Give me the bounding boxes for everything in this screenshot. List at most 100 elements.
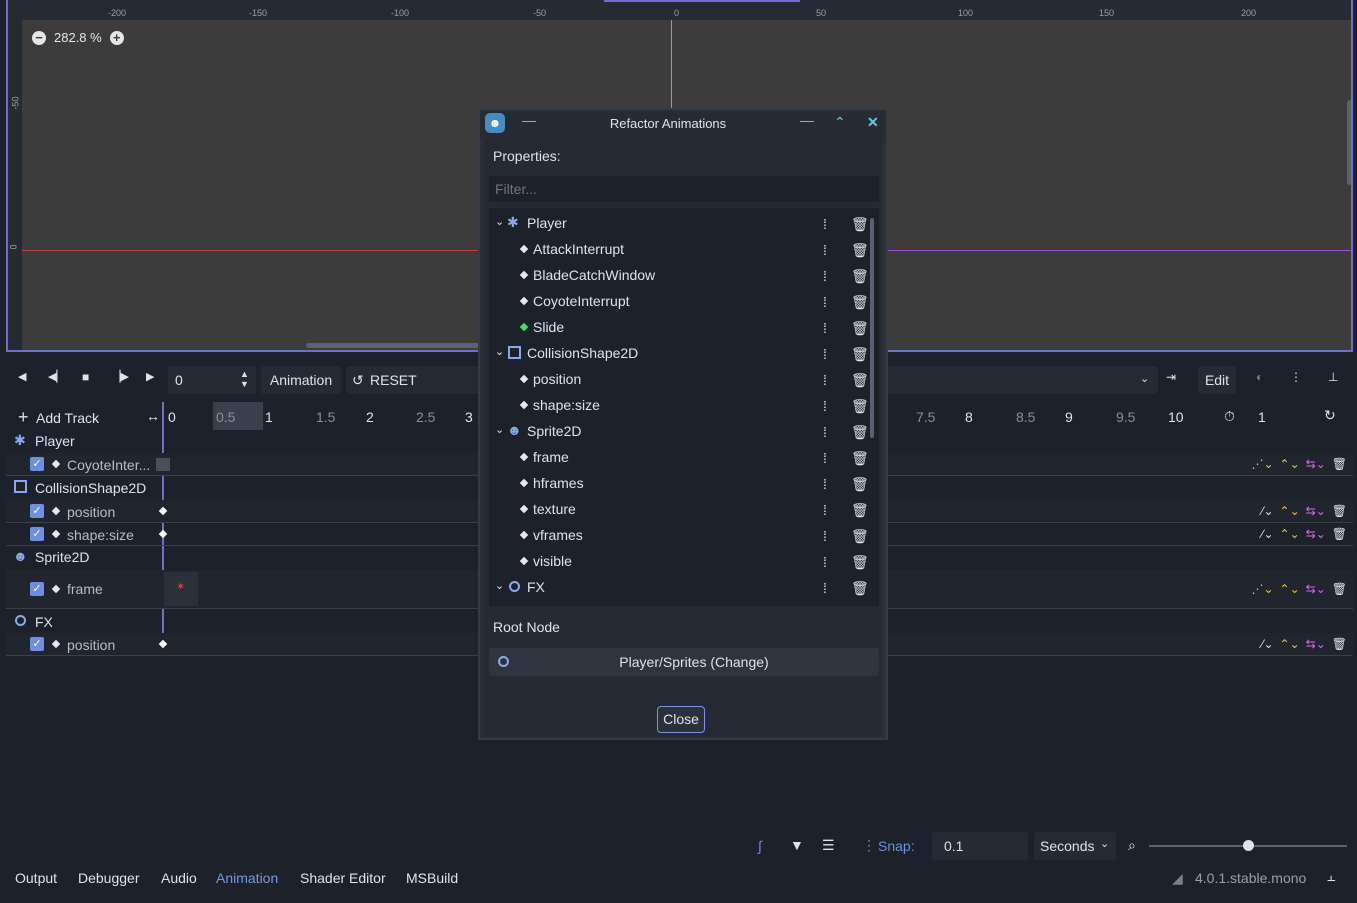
loop-wrap-icon[interactable]: ⇆⌄ [1306, 457, 1326, 471]
tab-animation[interactable]: Animation [216, 870, 278, 886]
trash-icon[interactable]: 🗑 [851, 320, 869, 336]
list-icon[interactable]: ☰ [822, 837, 835, 854]
continuous-update-icon[interactable]: ⁄⌄ [1261, 637, 1273, 651]
remove-track-icon[interactable]: 🗑 [1332, 527, 1347, 541]
animation-menu-button[interactable]: Animation [261, 366, 341, 394]
play-start-icon[interactable]: ▕▶ [112, 370, 129, 383]
trash-icon[interactable]: 🗑 [851, 450, 869, 466]
keyframe[interactable] [158, 529, 168, 539]
edit-icon[interactable]: ⁞ [823, 346, 827, 362]
tree-item[interactable]: position ⁞ 🗑 [495, 366, 875, 392]
interpolation-icon[interactable]: ⌃⌄ [1280, 637, 1300, 651]
interpolation-icon[interactable]: ⌃⌄ [1280, 504, 1300, 518]
tree-item[interactable]: BladeCatchWindow ⁞ 🗑 [495, 262, 875, 288]
trash-icon[interactable]: 🗑 [851, 502, 869, 518]
tree-scrollbar[interactable] [870, 218, 874, 438]
keyframe-block[interactable] [156, 458, 170, 471]
edit-icon[interactable]: ⁞ [823, 502, 827, 518]
trash-icon[interactable]: 🗑 [851, 398, 869, 414]
keyframe-preview[interactable]: ✶ [164, 572, 198, 606]
edit-menu-button[interactable]: Edit [1198, 366, 1236, 394]
add-track-button[interactable]: + Add Track [12, 404, 162, 430]
track-enabled-checkbox[interactable]: ✓ [30, 637, 44, 651]
animation-dropdown[interactable]: ⌄ [888, 366, 1158, 394]
edit-icon[interactable]: ⁞ [823, 242, 827, 258]
edit-icon[interactable]: ⁞ [823, 268, 827, 284]
edit-icon[interactable]: ⁞ [823, 528, 827, 544]
animation-length[interactable]: 1 [1258, 409, 1266, 425]
chevron-down-icon[interactable]: ⌄ [495, 423, 504, 436]
track-enabled-checkbox[interactable]: ✓ [30, 582, 44, 596]
tree-item[interactable]: Slide ⁞ 🗑 [495, 314, 875, 340]
keyframe[interactable] [158, 639, 168, 649]
track-enabled-checkbox[interactable]: ✓ [30, 504, 44, 518]
animation-select[interactable]: ↺ RESET [346, 366, 482, 394]
loop-icon[interactable]: ↻ [1324, 407, 1336, 424]
slider-handle[interactable] [1243, 840, 1254, 851]
autoplay-icon[interactable]: ⇥ [1166, 370, 1176, 384]
close-button[interactable]: Close [657, 706, 705, 733]
trash-icon[interactable]: 🗑 [851, 346, 869, 362]
play-icon[interactable]: ▶ [146, 370, 154, 383]
chevron-down-icon[interactable]: ⌄ [495, 579, 504, 592]
trash-icon[interactable]: 🗑 [851, 216, 869, 232]
remove-track-icon[interactable]: 🗑 [1332, 457, 1347, 471]
trash-icon[interactable]: 🗑 [851, 424, 869, 440]
edit-icon[interactable]: ⁞ [823, 398, 827, 414]
remove-track-icon[interactable]: 🗑 [1332, 582, 1347, 596]
close-icon[interactable]: ✕ [867, 114, 879, 131]
trash-icon[interactable]: 🗑 [851, 580, 869, 596]
tree-item-fx[interactable]: ⌄ FX ⁞ 🗑 [495, 574, 875, 600]
tab-shader-editor[interactable]: Shader Editor [300, 870, 386, 886]
filter-input[interactable] [489, 176, 879, 202]
tab-msbuild[interactable]: MSBuild [406, 870, 458, 886]
onion-skin-icon[interactable]: ◐ [1256, 370, 1263, 384]
snap-input[interactable]: 0.1 [932, 832, 1028, 860]
root-node-button[interactable]: Player/Sprites (Change) [489, 648, 879, 676]
loop-wrap-icon[interactable]: ⇆⌄ [1306, 582, 1326, 596]
notification-icon[interactable]: ◢ [1172, 870, 1183, 887]
chevron-down-icon[interactable]: ⌄ [495, 345, 504, 358]
loop-wrap-icon[interactable]: ⇆⌄ [1306, 504, 1326, 518]
remove-track-icon[interactable]: 🗑 [1332, 504, 1347, 518]
trash-icon[interactable]: 🗑 [851, 294, 869, 310]
edit-icon[interactable]: ⁞ [823, 372, 827, 388]
edit-icon[interactable]: ⁞ [823, 450, 827, 466]
chevron-down-icon[interactable]: ⌄ [495, 215, 504, 228]
tree-item-player[interactable]: ⌄ ✱ Player ⁞ 🗑 [495, 210, 875, 236]
edit-icon[interactable]: ⁞ [823, 294, 827, 310]
keyframe[interactable] [158, 506, 168, 516]
minimize-icon[interactable]: — [800, 112, 814, 128]
tree-item[interactable]: CoyoteInterrupt ⁞ 🗑 [495, 288, 875, 314]
snap-unit-select[interactable]: Seconds ⌄ [1034, 832, 1116, 860]
pin-icon[interactable]: ⊥ [1328, 370, 1338, 384]
stop-icon[interactable]: ■ [82, 370, 89, 384]
edit-icon[interactable]: ⁞ [823, 580, 827, 596]
edit-icon[interactable]: ⁞ [823, 476, 827, 492]
remove-track-icon[interactable]: 🗑 [1332, 637, 1347, 651]
vertical-scrollbar[interactable] [1347, 100, 1351, 185]
continuous-update-icon[interactable]: ⁄⌄ [1261, 504, 1273, 518]
track-enabled-checkbox[interactable]: ✓ [30, 527, 44, 541]
play-backwards-icon[interactable]: ◀ [18, 370, 26, 383]
discrete-update-icon[interactable]: ⋰⌄ [1251, 582, 1273, 596]
filter-icon[interactable]: ▼ [790, 837, 804, 853]
edit-icon[interactable]: ⁞ [823, 554, 827, 570]
maximize-icon[interactable]: ⌃ [834, 114, 846, 131]
continuous-update-icon[interactable]: ⁄⌄ [1261, 527, 1273, 541]
discrete-update-icon[interactable]: ⋰⌄ [1251, 457, 1273, 471]
trash-icon[interactable]: 🗑 [851, 242, 869, 258]
trash-icon[interactable]: 🗑 [851, 554, 869, 570]
tree-item[interactable]: hframes ⁞ 🗑 [495, 470, 875, 496]
tree-item[interactable]: texture ⁞ 🗑 [495, 496, 875, 522]
tab-audio[interactable]: Audio [161, 870, 197, 886]
tree-item[interactable]: frame ⁞ 🗑 [495, 444, 875, 470]
time-spinbox[interactable]: 0 ▲ ▼ [168, 366, 256, 394]
tab-debugger[interactable]: Debugger [78, 870, 140, 886]
zoom-in-button[interactable]: + [109, 30, 124, 45]
tree-item[interactable]: AttackInterrupt ⁞ 🗑 [495, 236, 875, 262]
interpolation-icon[interactable]: ⌃⌄ [1280, 457, 1300, 471]
trash-icon[interactable]: 🗑 [851, 528, 869, 544]
trash-icon[interactable]: 🗑 [851, 372, 869, 388]
snap-icon[interactable]: ⋮ [862, 837, 876, 854]
